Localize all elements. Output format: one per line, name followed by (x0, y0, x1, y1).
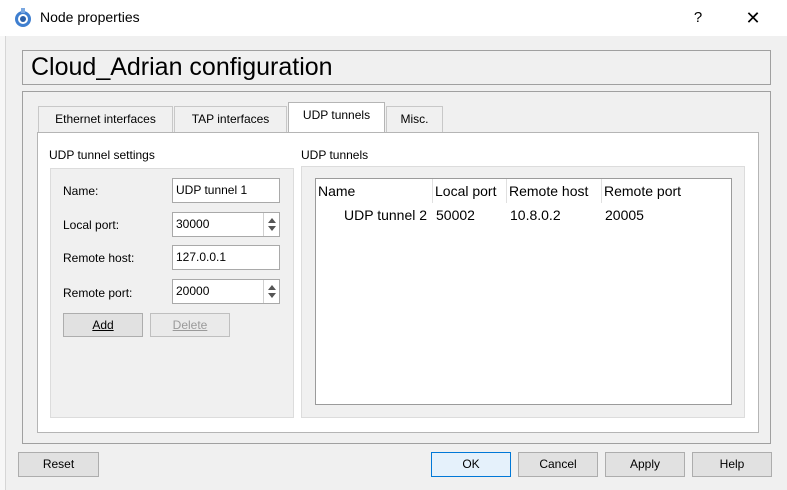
row-remote-host-cell: 10.8.0.2 (510, 207, 561, 223)
window-title: Node properties (40, 9, 140, 25)
ok-button[interactable]: OK (431, 452, 511, 477)
local-port-spin-buttons[interactable] (263, 213, 279, 236)
remote-port-label: Remote port: (63, 286, 133, 300)
help-title-button[interactable]: ? (686, 6, 710, 30)
local-port-label: Local port: (63, 218, 120, 232)
add-button-label: Add (92, 318, 114, 332)
tab-tap-interfaces[interactable]: TAP interfaces (174, 106, 287, 132)
table-row[interactable]: UDP tunnel 2 50002 10.8.0.2 20005 (316, 204, 731, 226)
help-button[interactable]: Help (692, 452, 772, 477)
name-label: Name: (63, 184, 99, 198)
arrow-up-icon[interactable] (268, 218, 276, 223)
row-name-cell: UDP tunnel 2 (344, 207, 428, 223)
settings-group-title: UDP tunnel settings (49, 148, 155, 162)
apply-button[interactable]: Apply (605, 452, 685, 477)
name-field[interactable]: UDP tunnel 1 (172, 178, 280, 203)
local-port-stepper[interactable]: 30000 (172, 212, 280, 237)
tab-misc[interactable]: Misc. (386, 106, 443, 132)
arrow-down-icon[interactable] (268, 293, 276, 298)
column-header-remote-port[interactable]: Remote port (602, 179, 732, 203)
tab-udp-tunnels[interactable]: UDP tunnels (288, 102, 385, 132)
remote-host-label: Remote host: (63, 251, 135, 265)
add-button[interactable]: Add (63, 313, 143, 337)
delete-button-label: Delete (172, 318, 208, 332)
remote-host-field[interactable]: 127.0.0.1 (172, 245, 280, 270)
background-edge (0, 36, 6, 490)
cancel-button[interactable]: Cancel (518, 452, 598, 477)
reset-button[interactable]: Reset (18, 452, 99, 477)
page-title: Cloud_Adrian configuration (31, 53, 333, 81)
arrow-down-icon[interactable] (268, 226, 276, 231)
close-icon[interactable]: ✕ (741, 6, 765, 30)
local-port-value: 30000 (176, 217, 210, 231)
remote-port-spin-buttons[interactable] (263, 280, 279, 303)
remote-port-value: 20000 (176, 284, 210, 298)
app-logo-icon (14, 8, 32, 28)
column-header-local-port[interactable]: Local port (433, 179, 507, 203)
tunnels-group-title: UDP tunnels (301, 148, 369, 162)
heading-panel: Cloud_Adrian configuration (22, 50, 771, 85)
row-local-port-cell: 50002 (436, 207, 475, 223)
tunnels-list[interactable]: Name Local port Remote host Remote port … (315, 178, 732, 405)
arrow-up-icon[interactable] (268, 285, 276, 290)
column-header-name[interactable]: Name (316, 179, 433, 203)
column-header-remote-host[interactable]: Remote host (507, 179, 602, 203)
tab-ethernet-interfaces[interactable]: Ethernet interfaces (38, 106, 173, 132)
delete-button[interactable]: Delete (150, 313, 230, 337)
row-remote-port-cell: 20005 (605, 207, 644, 223)
remote-port-stepper[interactable]: 20000 (172, 279, 280, 304)
